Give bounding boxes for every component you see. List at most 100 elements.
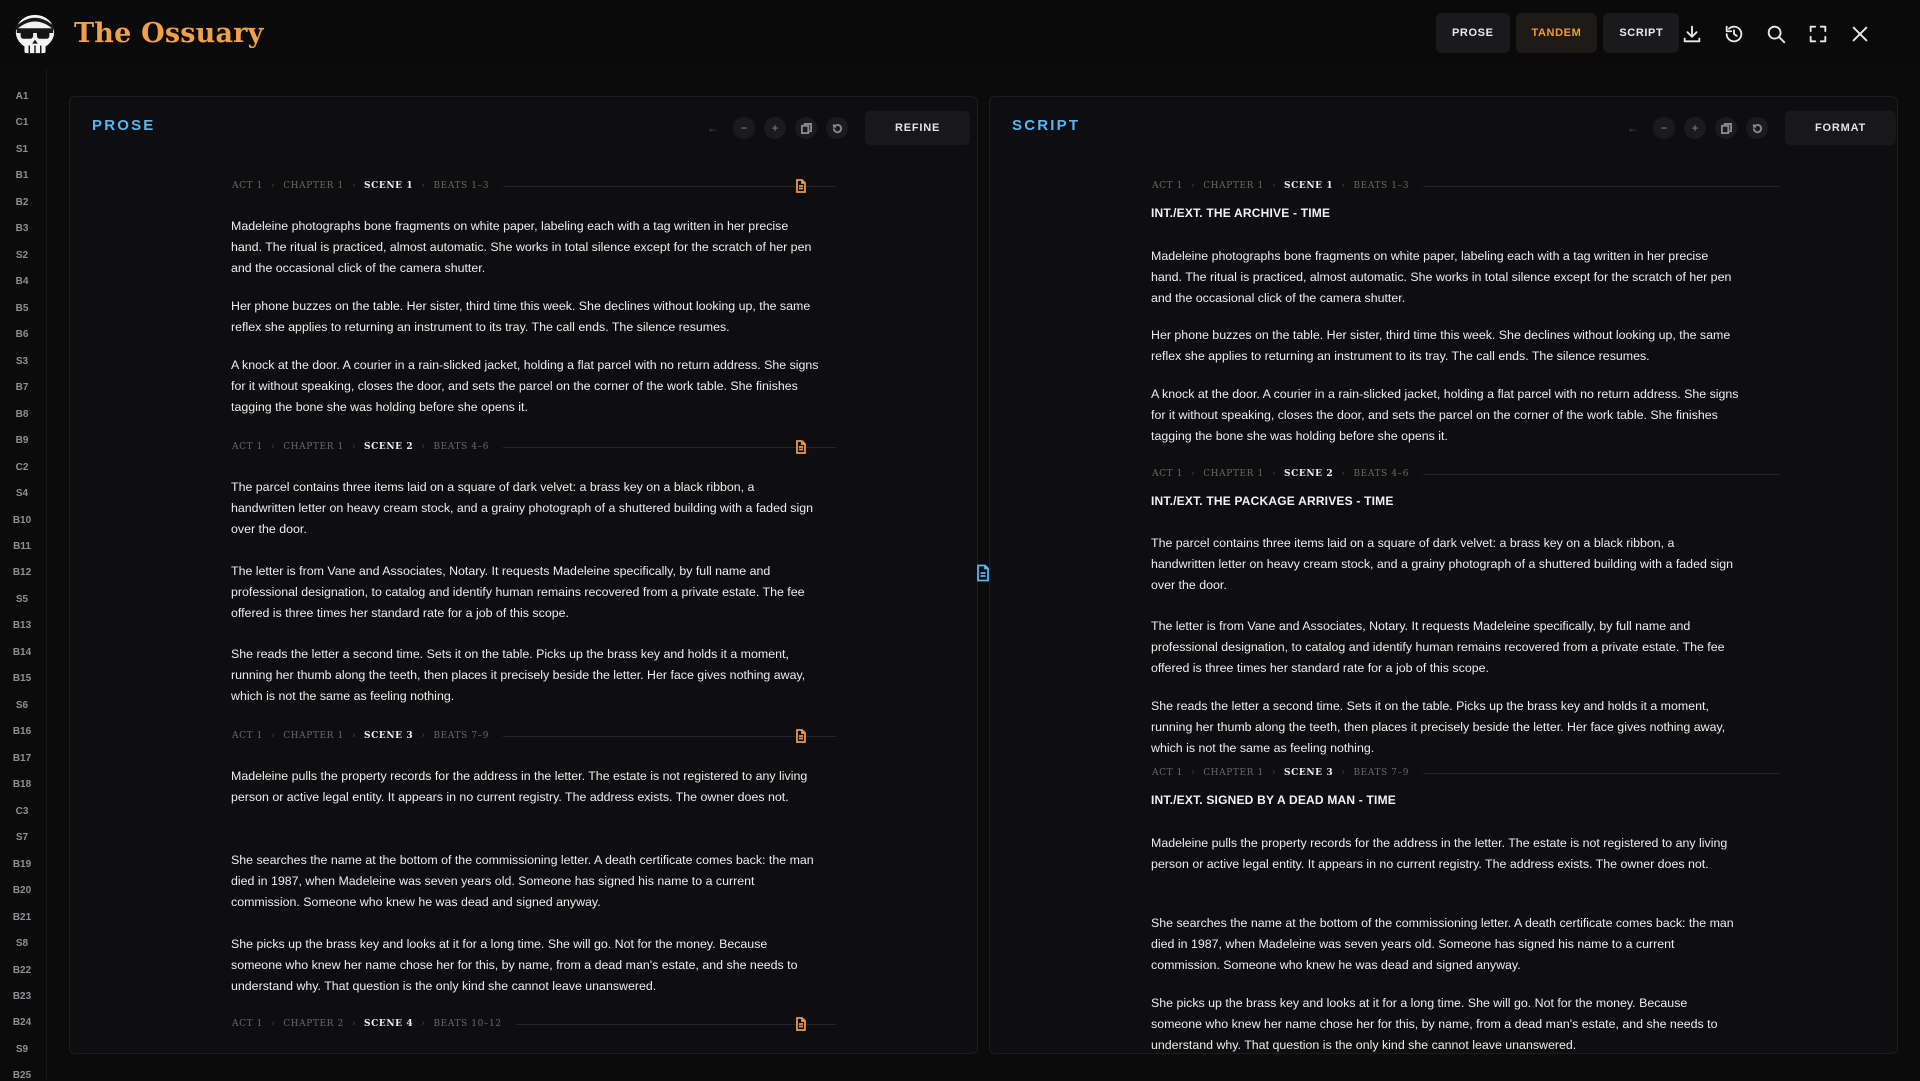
crumb-chapter: CHAPTER 1 (1203, 768, 1264, 778)
outline-item[interactable]: B14 (0, 647, 44, 658)
scene-breadcrumb: ACT 1 › CHAPTER 2 › SCENE 4 › BEATS 10–12 (232, 1017, 836, 1031)
outline-item[interactable]: S5 (0, 594, 44, 605)
crumb-scene[interactable]: SCENE 3 (1284, 768, 1333, 778)
format-button[interactable]: FORMAT (1785, 111, 1897, 145)
history-icon[interactable] (826, 117, 848, 139)
outline-item[interactable]: B19 (0, 859, 44, 870)
outline-item[interactable]: B16 (0, 726, 44, 737)
scene-document-icon[interactable] (794, 179, 808, 193)
outline-item[interactable]: B18 (0, 779, 44, 790)
prose-paragraph[interactable]: Her phone buzzes on the table. Her siste… (231, 296, 821, 338)
prose-paragraph[interactable]: A knock at the door. A courier in a rain… (1151, 384, 1741, 447)
outline-item[interactable]: C3 (0, 806, 44, 817)
outline-item[interactable]: S4 (0, 488, 44, 499)
prose-paragraph[interactable]: The parcel contains three items laid on … (231, 477, 821, 540)
outline-item[interactable]: B7 (0, 382, 44, 393)
outline-item[interactable]: S3 (0, 356, 44, 367)
zoom-out-icon[interactable]: − (1653, 117, 1675, 139)
outline-item[interactable]: S8 (0, 938, 44, 949)
outline-item[interactable]: B24 (0, 1017, 44, 1028)
outline-item[interactable]: B20 (0, 885, 44, 896)
scene-heading[interactable]: INT./EXT. THE ARCHIVE - TIME (1151, 206, 1330, 220)
breadcrumb-rule (503, 185, 836, 187)
outline-item[interactable]: B6 (0, 329, 44, 340)
zoom-out-icon[interactable]: − (733, 117, 755, 139)
prose-paragraph[interactable]: She picks up the brass key and looks at … (1151, 993, 1741, 1053)
arrow-left-icon[interactable]: ← (1622, 117, 1644, 139)
prose-paragraph[interactable]: Madeleine pulls the property records for… (1151, 833, 1741, 875)
close-icon[interactable] (1844, 18, 1876, 50)
outline-item[interactable]: S2 (0, 250, 44, 261)
refine-button[interactable]: REFINE (865, 111, 971, 145)
prose-paragraph[interactable]: She reads the letter a second time. Sets… (1151, 696, 1741, 759)
outline-item[interactable]: S7 (0, 832, 44, 843)
outline-item[interactable]: A1 (0, 91, 44, 102)
outline-item[interactable]: S6 (0, 700, 44, 711)
download-icon[interactable] (1676, 18, 1708, 50)
prose-paragraph[interactable]: The letter is from Vane and Associates, … (1151, 616, 1741, 679)
crumb-scene[interactable]: SCENE 2 (364, 442, 413, 452)
crumb-scene[interactable]: SCENE 4 (364, 1019, 413, 1029)
chevron-right-icon: › (421, 442, 426, 452)
crumb-chapter: CHAPTER 1 (283, 442, 344, 452)
outline-item[interactable]: B9 (0, 435, 44, 446)
search-icon[interactable] (1760, 18, 1792, 50)
scene-document-icon[interactable] (794, 729, 808, 743)
outline-item[interactable]: B2 (0, 197, 44, 208)
crumb-scene[interactable]: SCENE 1 (1284, 181, 1333, 191)
zoom-in-icon[interactable]: + (764, 117, 786, 139)
arrow-left-icon[interactable]: ← (702, 117, 724, 139)
chevron-right-icon: › (1271, 181, 1277, 191)
outline-item[interactable]: B10 (0, 515, 44, 526)
crumb-scene[interactable]: SCENE 3 (364, 731, 413, 741)
crumb-scene[interactable]: SCENE 1 (364, 181, 413, 191)
outline-item[interactable]: B12 (0, 567, 44, 578)
crumb-scene[interactable]: SCENE 2 (1284, 469, 1333, 479)
prose-paragraph[interactable]: A knock at the door. A courier in a rain… (231, 355, 821, 418)
outline-item[interactable]: B11 (0, 541, 44, 552)
prose-paragraph[interactable]: She picks up the brass key and looks at … (231, 934, 821, 997)
mode-prose-button[interactable]: PROSE (1436, 13, 1510, 53)
prose-paragraph[interactable]: Madeleine photographs bone fragments on … (231, 216, 821, 279)
crumb-act: ACT 1 (1152, 768, 1183, 778)
scene-breadcrumb: ACT 1 › CHAPTER 1 › SCENE 2 › BEATS 4–6 (1152, 467, 1780, 481)
prose-paragraph[interactable]: She searches the name at the bottom of t… (1151, 913, 1741, 976)
prose-paragraph[interactable]: The parcel contains three items laid on … (1151, 533, 1741, 596)
scene-document-icon[interactable] (794, 1017, 808, 1031)
outline-item[interactable]: B25 (0, 1070, 44, 1081)
prose-paragraph[interactable]: Her phone buzzes on the table. Her siste… (1151, 325, 1741, 367)
mode-script-button[interactable]: SCRIPT (1603, 13, 1680, 53)
copy-icon[interactable] (795, 117, 817, 139)
outline-item[interactable]: B22 (0, 965, 44, 976)
outline-item[interactable]: B3 (0, 223, 44, 234)
scene-document-icon[interactable] (794, 440, 808, 454)
prose-toolbar: ← − + REFINE (702, 111, 971, 145)
prose-paragraph[interactable]: She reads the letter a second time. Sets… (231, 644, 821, 707)
prose-panel-title: PROSE (92, 117, 156, 134)
fullscreen-icon[interactable] (1802, 18, 1834, 50)
copy-icon[interactable] (1715, 117, 1737, 139)
outline-item[interactable]: S1 (0, 144, 44, 155)
outline-item[interactable]: B23 (0, 991, 44, 1002)
scene-heading[interactable]: INT./EXT. SIGNED BY A DEAD MAN - TIME (1151, 793, 1396, 807)
mode-tandem-button[interactable]: TANDEM (1515, 13, 1598, 53)
zoom-in-icon[interactable]: + (1684, 117, 1706, 139)
prose-paragraph[interactable]: The letter is from Vane and Associates, … (231, 561, 821, 624)
outline-item[interactable]: B1 (0, 170, 44, 181)
prose-paragraph[interactable]: She searches the name at the bottom of t… (231, 850, 821, 913)
outline-item[interactable]: B13 (0, 620, 44, 631)
history-icon[interactable] (1718, 18, 1750, 50)
prose-paragraph[interactable]: Madeleine photographs bone fragments on … (1151, 246, 1741, 309)
outline-item[interactable]: C1 (0, 117, 44, 128)
scene-heading[interactable]: INT./EXT. THE PACKAGE ARRIVES - TIME (1151, 494, 1394, 508)
outline-item[interactable]: B21 (0, 912, 44, 923)
outline-item[interactable]: B17 (0, 753, 44, 764)
outline-item[interactable]: B8 (0, 409, 44, 420)
prose-paragraph[interactable]: Madeleine pulls the property records for… (231, 766, 821, 808)
outline-item[interactable]: B4 (0, 276, 44, 287)
outline-item[interactable]: C2 (0, 462, 44, 473)
outline-item[interactable]: B5 (0, 303, 44, 314)
history-icon[interactable] (1746, 117, 1768, 139)
outline-item[interactable]: B15 (0, 673, 44, 684)
outline-item[interactable]: S9 (0, 1044, 44, 1055)
